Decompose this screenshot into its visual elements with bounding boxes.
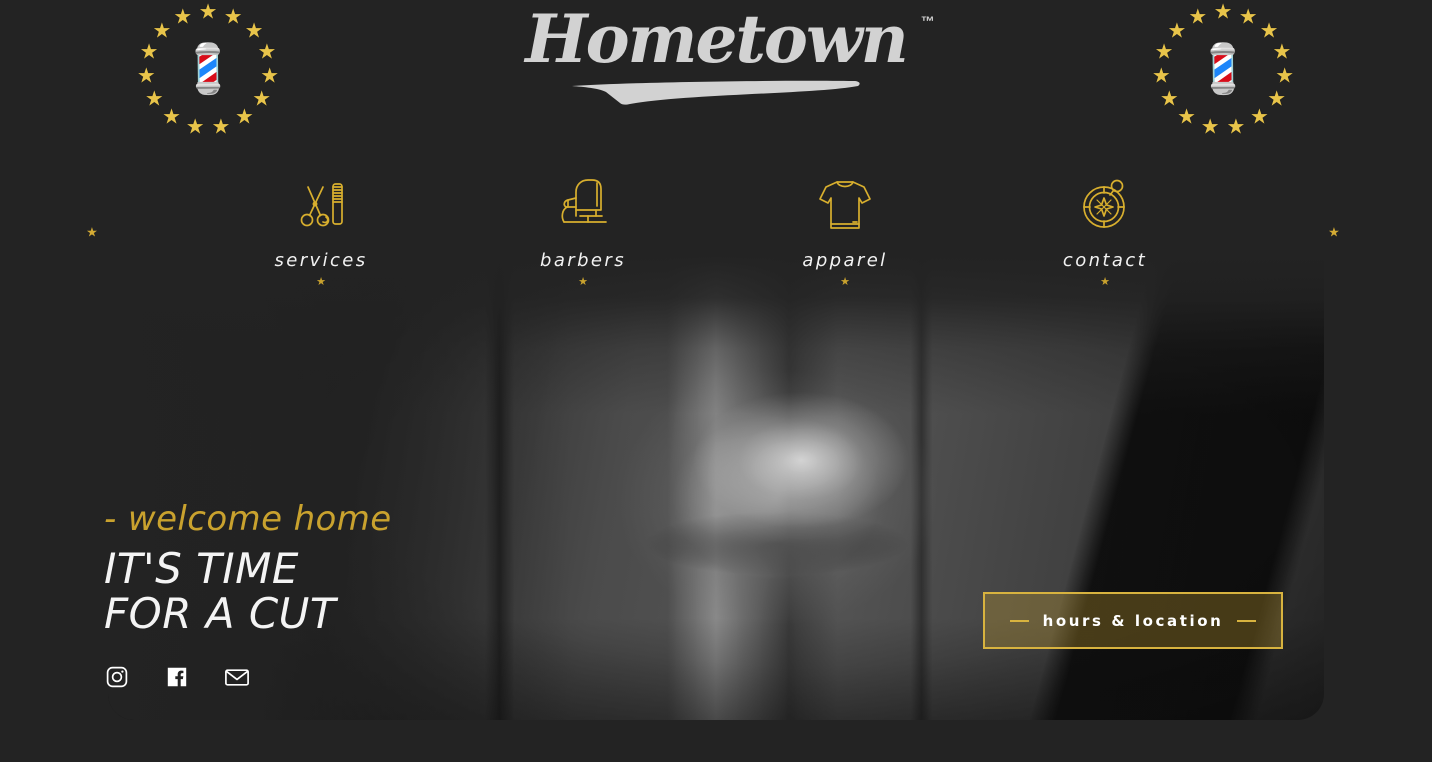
cta-dash-right (1237, 619, 1257, 622)
emblem-star: ★ (211, 115, 231, 139)
emblem-star: ★ (1213, 0, 1233, 24)
page-root: ★ ★ ★ ★ ★ ★ ★ ★ ★ ★ ★ ★ ★ ★ ★ 💈 Hometown ™ ★ ★ ★ ★ ★ ★ ★ ★ ★ ★ ★… (0, 0, 1432, 762)
emblem-star: ★ (1200, 115, 1220, 139)
nav-star-services: ★ (316, 276, 326, 288)
hero-copy: - welcome home IT'S TIME FOR A CUT (104, 499, 392, 690)
nav-item-contact[interactable]: contact ★ (1015, 168, 1195, 288)
hours-location-button[interactable]: hours & location (983, 592, 1283, 649)
emblem-star: ★ (1188, 5, 1208, 29)
nav-label-apparel: apparel (802, 250, 888, 271)
emblem-star: ★ (173, 5, 193, 29)
emblem-star: ★ (152, 19, 172, 43)
compass-icon (1015, 168, 1195, 234)
trademark-mark: ™ (920, 13, 935, 29)
barber-pole-emblem-left: ★ ★ ★ ★ ★ ★ ★ ★ ★ ★ ★ ★ ★ ★ ★ 💈 (128, 0, 288, 140)
barber-pole-icon: 💈 (178, 43, 238, 96)
emblem-star: ★ (260, 64, 280, 88)
emblem-star: ★ (162, 105, 181, 129)
emblem-star: ★ (1177, 105, 1196, 129)
hero-headline-line-2: FOR A CUT (104, 588, 337, 638)
emblem-star: ★ (144, 87, 164, 111)
emblem-star: ★ (1267, 87, 1287, 111)
emblem-star: ★ (223, 5, 243, 29)
facebook-icon[interactable] (164, 664, 190, 690)
brand-logo[interactable]: Hometown ™ (506, 6, 935, 105)
nav-item-services[interactable]: services ★ (231, 168, 411, 288)
nav-star-barbers: ★ (578, 276, 588, 288)
barber-pole-icon: 💈 (1193, 43, 1253, 96)
brand-swoosh-icon (572, 80, 860, 105)
brand-wordmark-text: Hometown ™ (519, 6, 935, 72)
nav-item-barbers[interactable]: barbers ★ (493, 168, 673, 288)
emblem-star: ★ (1167, 19, 1187, 43)
nav-label-services: services (274, 250, 368, 271)
hero-headline: IT'S TIME FOR A CUT (104, 547, 392, 635)
email-icon[interactable] (224, 664, 250, 690)
t-shirt-icon (755, 168, 935, 234)
main-navigation: services ★ barbers ★ apparel ★ contact ★ (0, 168, 1432, 300)
emblem-star: ★ (198, 0, 218, 24)
emblem-star: ★ (235, 105, 254, 129)
barber-chair-icon (493, 168, 673, 234)
cta-label: hours & location (1042, 611, 1224, 630)
emblem-star: ★ (1272, 40, 1292, 64)
nav-star-contact: ★ (1100, 276, 1110, 288)
emblem-star: ★ (252, 87, 272, 111)
emblem-star: ★ (139, 40, 159, 64)
emblem-star: ★ (136, 64, 156, 88)
emblem-star: ★ (185, 115, 205, 139)
emblem-star: ★ (244, 19, 264, 43)
social-links (104, 664, 392, 690)
instagram-icon[interactable] (104, 664, 130, 690)
emblem-star: ★ (1250, 105, 1269, 129)
barber-pole-emblem-right: ★ ★ ★ ★ ★ ★ ★ ★ ★ ★ ★ ★ ★ ★ ★ 💈 (1143, 0, 1303, 140)
hero-headline-line-1: IT'S TIME (104, 544, 299, 594)
scissors-comb-icon (231, 168, 411, 234)
cta-dash-left (1009, 619, 1029, 622)
emblem-star: ★ (1159, 87, 1179, 111)
emblem-star: ★ (1226, 115, 1246, 139)
nav-label-barbers: barbers (540, 250, 626, 271)
emblem-star: ★ (1238, 5, 1258, 29)
site-header: ★ ★ ★ ★ ★ ★ ★ ★ ★ ★ ★ ★ ★ ★ ★ 💈 Hometown ™ ★ ★ ★ ★ ★ ★ ★ ★ ★ ★ ★… (0, 0, 1432, 140)
emblem-star: ★ (257, 40, 277, 64)
emblem-star: ★ (1259, 19, 1279, 43)
emblem-star: ★ (1154, 40, 1174, 64)
nav-star-apparel: ★ (840, 276, 850, 288)
hero-eyebrow: - welcome home (104, 499, 392, 539)
emblem-star: ★ (1275, 64, 1295, 88)
nav-label-contact: contact (1062, 250, 1148, 271)
emblem-star: ★ (1151, 64, 1171, 88)
nav-item-apparel[interactable]: apparel ★ (755, 168, 935, 288)
brand-name: Hometown (525, 0, 909, 78)
